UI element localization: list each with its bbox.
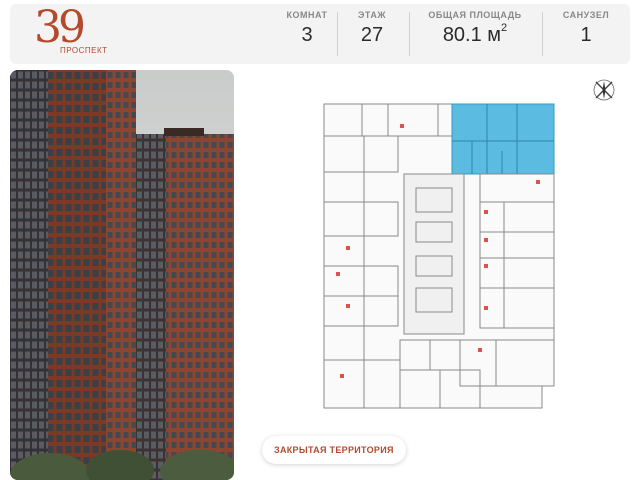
stat-area-superscript: 2 — [501, 22, 508, 34]
stat-divider — [542, 12, 543, 56]
stat-rooms-value: 3 — [301, 24, 313, 46]
stat-bathroom-label: САНУЗЕЛ — [562, 10, 610, 20]
stat-floor-label: ЭТАЖ — [358, 10, 386, 20]
header-bar: 39 ПРОСПЕКТ КОМНАТ 3 ЭТАЖ 27 ОБЩАЯ ПЛОЩА… — [10, 2, 630, 64]
closed-territory-badge[interactable]: ЗАКРЫТАЯ ТЕРРИТОРИЯ — [262, 436, 406, 464]
stat-area-value-row: 80.1 м2 — [420, 22, 530, 47]
stat-area: ОБЩАЯ ПЛОЩАДЬ 80.1 м2 — [420, 10, 530, 47]
stat-floor: ЭТАЖ 27 — [342, 10, 402, 47]
closed-territory-label: ЗАКРЫТАЯ ТЕРРИТОРИЯ — [274, 445, 394, 455]
stat-bathroom-value: 1 — [580, 24, 592, 46]
building-image — [10, 70, 234, 480]
stat-area-value: 80.1 м — [442, 24, 502, 46]
building-illustration — [10, 70, 234, 480]
stat-rooms-label: КОМНАТ — [286, 10, 328, 20]
logo-subtitle: ПРОСПЕКТ — [60, 46, 108, 55]
stat-area-label: ОБЩАЯ ПЛОЩАДЬ — [428, 10, 522, 20]
stat-floor-value: 27 — [360, 24, 384, 46]
stat-bathroom: САНУЗЕЛ 1 — [550, 10, 622, 47]
stat-divider — [409, 12, 410, 56]
floor-plan[interactable] — [312, 96, 562, 416]
compass-icon — [593, 79, 615, 101]
stat-rooms: КОМНАТ 3 — [272, 10, 342, 47]
stat-divider — [337, 12, 338, 56]
project-logo[interactable]: 39 ПРОСПЕКТ — [24, 2, 114, 62]
